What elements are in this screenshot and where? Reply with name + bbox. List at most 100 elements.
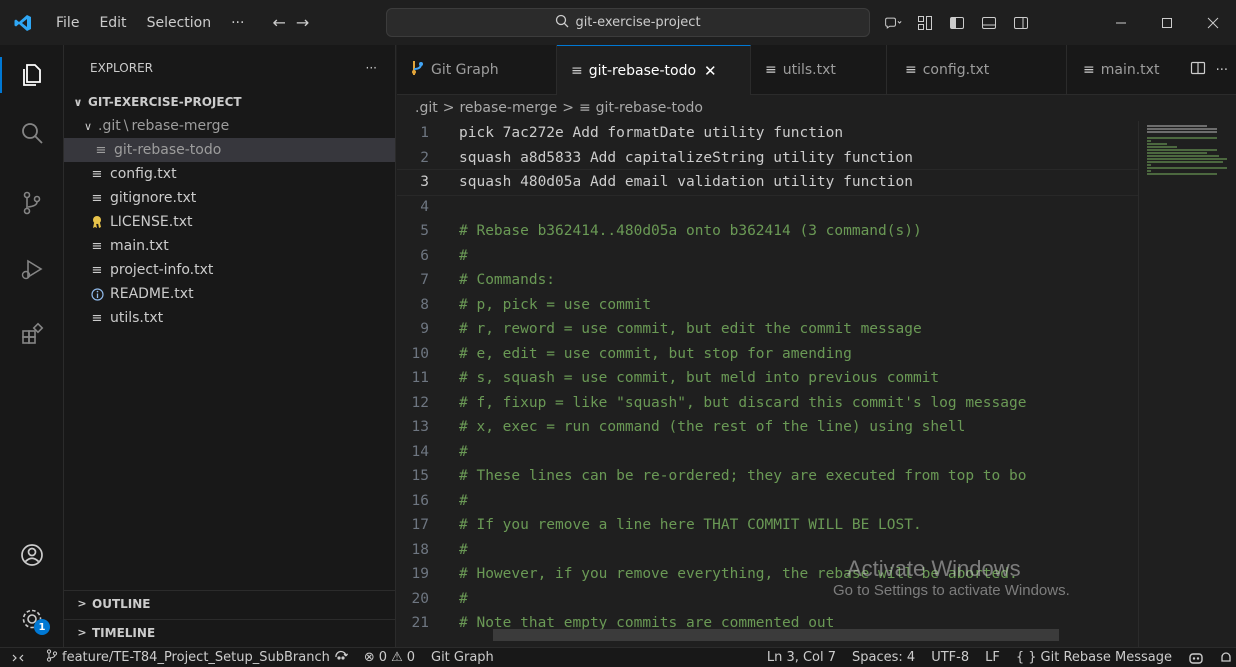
search-view-icon[interactable] <box>0 109 64 157</box>
indentation-status[interactable]: Spaces: 4 <box>844 650 923 665</box>
menu-more[interactable]: ··· <box>221 9 254 37</box>
code-line[interactable]: 1 pick 7ac272e Add formatDate utility fun… <box>397 121 1138 146</box>
menu-bar: File Edit Selection ··· <box>46 9 254 37</box>
code-line[interactable]: 9 # r, reword = use commit, but edit the … <box>397 317 1138 342</box>
tree-file-gitignore[interactable]: ≡ gitignore.txt <box>64 186 395 210</box>
error-count: 0 <box>378 650 388 665</box>
tree-file-readme[interactable]: README.txt <box>64 282 395 306</box>
code-line[interactable]: 5 # Rebase b362414..480d05a onto b362414 … <box>397 219 1138 244</box>
forward-arrow-icon[interactable]: → <box>296 13 309 32</box>
code-line[interactable]: 3 squash 480d05a Add email validation uti… <box>397 169 1138 196</box>
breadcrumb-item[interactable]: .git <box>415 100 438 116</box>
minimap-line <box>1147 128 1217 130</box>
close-icon[interactable]: ✕ <box>704 62 717 80</box>
breadcrumb-item[interactable]: git-rebase-todo <box>596 100 703 116</box>
line-number: 14 <box>411 443 429 460</box>
line-text: # e, edit = use commit, but stop for ame… <box>459 345 852 362</box>
tree-file-utils[interactable]: ≡ utils.txt <box>64 306 395 330</box>
minimap[interactable] <box>1138 121 1236 647</box>
timeline-label: TIMELINE <box>92 625 156 640</box>
language-mode[interactable]: { } Git Rebase Message <box>1008 650 1180 665</box>
toggle-panel-icon[interactable] <box>980 14 998 32</box>
horizontal-scrollbar[interactable] <box>493 629 1059 641</box>
extensions-icon[interactable] <box>0 311 64 359</box>
maximize-icon[interactable] <box>1144 0 1190 45</box>
tab-config[interactable]: ≡ config.txt <box>887 45 1067 95</box>
menu-edit[interactable]: Edit <box>89 9 136 37</box>
minimap-line <box>1147 173 1217 175</box>
sync-icon[interactable] <box>334 650 348 666</box>
tree-file-project-info[interactable]: ≡ project-info.txt <box>64 258 395 282</box>
account-icon[interactable] <box>0 531 64 579</box>
code-line[interactable]: 11 # s, squash = use commit, but meld int… <box>397 366 1138 391</box>
watermark-title: Activate Windows <box>847 556 1021 581</box>
minimize-icon[interactable] <box>1098 0 1144 45</box>
close-window-icon[interactable] <box>1190 0 1236 45</box>
tree-file-git-rebase-todo[interactable]: ≡ git-rebase-todo <box>64 138 395 162</box>
eol-status[interactable]: LF <box>977 650 1008 665</box>
remote-indicator-icon[interactable] <box>0 652 38 664</box>
copilot-status-icon[interactable] <box>1180 651 1212 665</box>
tab-utils[interactable]: ≡ utils.txt <box>751 45 887 95</box>
text-file-icon: ≡ <box>571 62 583 79</box>
editor-actions: ··· <box>1190 45 1228 95</box>
code-line[interactable]: 13 # x, exec = run command (the rest of t… <box>397 415 1138 440</box>
code-line[interactable]: 2 squash a8d5833 Add capitalizeString uti… <box>397 146 1138 171</box>
line-text: # <box>459 247 468 264</box>
code-line[interactable]: 17 # If you remove a line here THAT COMMI… <box>397 513 1138 538</box>
tab-git-graph[interactable]: Git Graph <box>397 45 557 95</box>
file-label: project-info.txt <box>110 262 214 278</box>
timeline-section[interactable]: > TIMELINE <box>64 619 396 645</box>
warning-icon: ⚠ <box>391 650 403 665</box>
text-file-icon: ≡ <box>905 62 917 78</box>
toggle-secondary-sidebar-icon[interactable] <box>1012 14 1030 32</box>
line-number: 9 <box>420 321 429 338</box>
branch-icon <box>46 649 58 666</box>
file-label: gitignore.txt <box>110 190 197 206</box>
tree-file-main[interactable]: ≡ main.txt <box>64 234 395 258</box>
code-line[interactable]: 7 # Commands: <box>397 268 1138 293</box>
code-line[interactable]: 8 # p, pick = use commit <box>397 293 1138 318</box>
git-graph-icon <box>411 60 425 80</box>
tab-git-rebase-todo[interactable]: ≡ git-rebase-todo ✕ <box>557 45 751 95</box>
copilot-icon[interactable] <box>884 14 902 32</box>
code-line[interactable]: 16 # <box>397 489 1138 514</box>
line-number: 2 <box>420 149 429 166</box>
tree-folder-rebase-merge[interactable]: ∨ .git \ rebase-merge <box>64 114 395 138</box>
layout-customize-icon[interactable] <box>916 14 934 32</box>
encoding-status[interactable]: UTF-8 <box>923 650 977 665</box>
source-control-icon[interactable] <box>0 179 64 227</box>
code-line[interactable]: 12 # f, fixup = like "squash", but discar… <box>397 391 1138 416</box>
tree-file-license[interactable]: LICENSE.txt <box>64 210 395 234</box>
toggle-primary-sidebar-icon[interactable] <box>948 14 966 32</box>
more-actions-icon[interactable]: ··· <box>366 61 377 75</box>
notifications-bell-icon[interactable] <box>1212 651 1236 664</box>
window-controls <box>1098 0 1236 45</box>
problems-status[interactable]: ⊗ 0 ⚠ 0 <box>356 650 423 665</box>
back-arrow-icon[interactable]: ← <box>272 13 285 32</box>
vscode-logo-icon <box>0 0 46 45</box>
minimap-line <box>1147 167 1227 169</box>
file-label: config.txt <box>110 166 177 182</box>
split-editor-icon[interactable] <box>1190 60 1206 80</box>
code-line[interactable]: 6 # <box>397 244 1138 269</box>
more-actions-icon[interactable]: ··· <box>1216 63 1228 78</box>
code-line[interactable]: 14 # <box>397 440 1138 465</box>
menu-file[interactable]: File <box>46 9 89 37</box>
manage-gear-icon[interactable]: 1 <box>0 595 64 643</box>
code-line[interactable]: 10 # e, edit = use commit, but stop for a… <box>397 342 1138 367</box>
code-line[interactable]: 15 # These lines can be re-ordered; they … <box>397 464 1138 489</box>
menu-selection[interactable]: Selection <box>137 9 222 37</box>
cursor-position[interactable]: Ln 3, Col 7 <box>759 650 844 665</box>
line-number: 19 <box>411 566 429 583</box>
explorer-icon[interactable] <box>0 51 64 99</box>
run-debug-icon[interactable] <box>0 245 64 293</box>
breadcrumb-item[interactable]: rebase-merge <box>459 100 557 116</box>
tree-file-config[interactable]: ≡ config.txt <box>64 162 395 186</box>
code-line[interactable]: 4 <box>397 195 1138 220</box>
outline-section[interactable]: > OUTLINE <box>64 590 396 616</box>
project-folder[interactable]: ∨ GIT-EXERCISE-PROJECT <box>64 90 395 114</box>
command-center-search[interactable]: git-exercise-project <box>386 8 870 37</box>
git-graph-status[interactable]: Git Graph <box>423 650 502 665</box>
branch-status[interactable]: feature/TE-T84_Project_Setup_SubBranch <box>38 649 356 666</box>
